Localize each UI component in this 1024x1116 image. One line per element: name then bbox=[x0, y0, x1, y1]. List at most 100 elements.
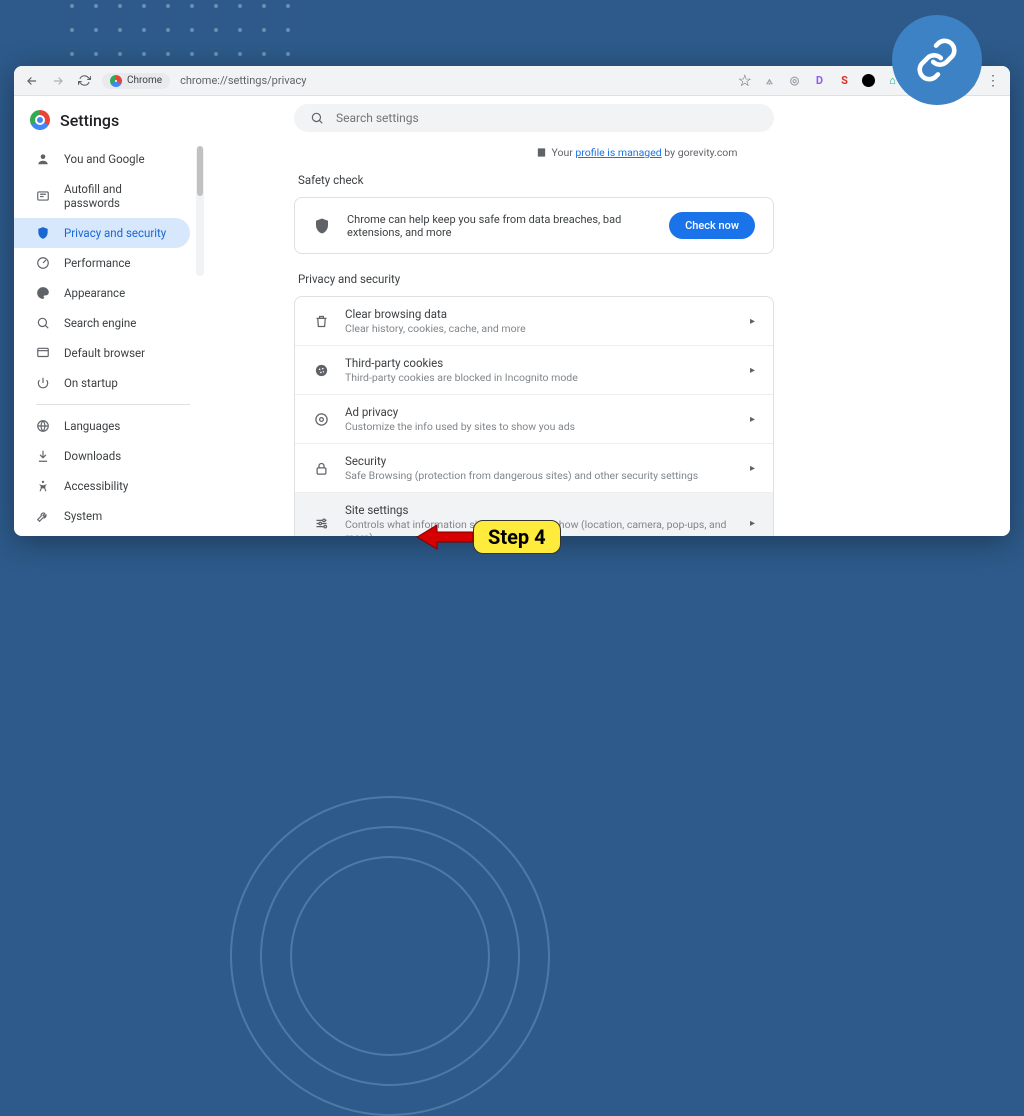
accessibility-icon bbox=[36, 479, 50, 493]
sidebar-item-label: Default browser bbox=[64, 346, 145, 360]
row-title: Ad privacy bbox=[345, 405, 734, 419]
sidebar-item-on-startup[interactable]: On startup bbox=[14, 368, 190, 398]
chevron-right-icon: ▸ bbox=[750, 463, 755, 474]
profile-managed-message: Your profile is managed by gorevity.com bbox=[294, 146, 980, 159]
kebab-menu-icon[interactable]: ⋮ bbox=[986, 73, 1000, 89]
sliders-icon bbox=[313, 516, 329, 531]
sidebar-item-autofill-and-passwords[interactable]: Autofill and passwords bbox=[14, 174, 190, 218]
settings-main: Your profile is managed by gorevity.com … bbox=[204, 96, 1010, 536]
sidebar-scrollbar[interactable] bbox=[196, 146, 204, 276]
privacy-row-third-party-cookies[interactable]: Third-party cookies Third-party cookies … bbox=[295, 346, 773, 395]
row-title: Third-party cookies bbox=[345, 356, 734, 370]
row-title: Site settings bbox=[345, 503, 734, 517]
red-arrow-icon bbox=[415, 522, 475, 552]
privacy-section-label: Privacy and security bbox=[298, 272, 980, 286]
privacy-list: Clear browsing data Clear history, cooki… bbox=[294, 296, 774, 536]
chrome-logo-icon bbox=[30, 110, 50, 130]
sidebar-divider bbox=[36, 404, 190, 405]
chevron-right-icon: ▸ bbox=[750, 518, 755, 529]
step-annotation: Step 4 bbox=[415, 520, 561, 554]
gauge-icon bbox=[36, 256, 50, 270]
palette-icon bbox=[36, 286, 50, 300]
shield-icon bbox=[36, 226, 50, 240]
privacy-row-clear-browsing-data[interactable]: Clear browsing data Clear history, cooki… bbox=[295, 297, 773, 346]
chrome-logo-icon bbox=[110, 75, 122, 87]
browser-toolbar: Chrome chrome://settings/privacy ☆ ⟑ ◎ D… bbox=[14, 66, 1010, 96]
person-icon bbox=[36, 152, 50, 166]
row-subtitle: Clear history, cookies, cache, and more bbox=[345, 322, 734, 335]
extension-icon[interactable]: ⟑ bbox=[762, 73, 777, 88]
chip-label: Chrome bbox=[127, 75, 162, 86]
lock-icon bbox=[313, 461, 329, 476]
sidebar-nav: You and Google Autofill and passwords Priv… bbox=[14, 144, 204, 398]
site-chip[interactable]: Chrome bbox=[102, 73, 170, 89]
extension-icon[interactable]: S bbox=[837, 73, 852, 88]
browser-icon bbox=[36, 346, 50, 360]
download-icon bbox=[36, 449, 50, 463]
decorative-dots bbox=[70, 4, 294, 60]
wrench-icon bbox=[36, 509, 50, 523]
sidebar-item-label: Accessibility bbox=[64, 479, 128, 493]
search-icon bbox=[36, 316, 50, 330]
privacy-row-ad-privacy[interactable]: Ad privacy Customize the info used by si… bbox=[295, 395, 773, 444]
sidebar-item-label: Autofill and passwords bbox=[64, 182, 174, 210]
sidebar-item-search-engine[interactable]: Search engine bbox=[14, 308, 190, 338]
safety-check-card: Chrome can help keep you safe from data … bbox=[294, 197, 774, 254]
sidebar-nav-more: Languages Downloads Accessibility System Res… bbox=[14, 411, 204, 536]
sidebar-item-label: Performance bbox=[64, 256, 131, 270]
sidebar-item-reset-settings[interactable]: Reset settings bbox=[14, 531, 190, 536]
search-icon bbox=[310, 111, 324, 125]
profile-managed-link[interactable]: profile is managed bbox=[575, 146, 661, 159]
sidebar-item-system[interactable]: System bbox=[14, 501, 190, 531]
reload-button[interactable] bbox=[76, 73, 92, 89]
sidebar-item-label: You and Google bbox=[64, 152, 145, 166]
row-subtitle: Safe Browsing (protection from dangerous… bbox=[345, 469, 734, 482]
sidebar-item-label: System bbox=[64, 509, 102, 523]
globe-icon bbox=[36, 419, 50, 433]
sidebar-item-label: Languages bbox=[64, 419, 120, 433]
sidebar-item-performance[interactable]: Performance bbox=[14, 248, 190, 278]
settings-sidebar: Settings You and Google Autofill and pass… bbox=[14, 96, 204, 536]
safety-text: Chrome can help keep you safe from data … bbox=[347, 213, 653, 239]
search-input[interactable] bbox=[336, 111, 758, 125]
chevron-right-icon: ▸ bbox=[750, 414, 755, 425]
sidebar-item-label: Downloads bbox=[64, 449, 121, 463]
forward-button[interactable] bbox=[50, 73, 66, 89]
row-subtitle: Customize the info used by sites to show… bbox=[345, 420, 734, 433]
sidebar-item-label: Appearance bbox=[64, 286, 125, 300]
trash-icon bbox=[313, 314, 329, 329]
browser-window: Chrome chrome://settings/privacy ☆ ⟑ ◎ D… bbox=[14, 66, 1010, 536]
adpriv-icon bbox=[313, 412, 329, 427]
autofill-icon bbox=[36, 189, 50, 203]
check-now-button[interactable]: Check now bbox=[669, 212, 755, 239]
row-subtitle: Third-party cookies are blocked in Incog… bbox=[345, 371, 734, 384]
cookie-icon bbox=[313, 363, 329, 378]
sidebar-item-accessibility[interactable]: Accessibility bbox=[14, 471, 190, 501]
extension-icon[interactable]: D bbox=[812, 73, 827, 88]
building-icon bbox=[536, 147, 547, 158]
shield-icon bbox=[313, 217, 331, 235]
extension-icon[interactable]: ◎ bbox=[787, 73, 802, 88]
address-bar[interactable]: chrome://settings/privacy bbox=[180, 74, 728, 87]
sidebar-item-label: Privacy and security bbox=[64, 226, 166, 240]
chevron-right-icon: ▸ bbox=[750, 365, 755, 376]
sidebar-item-appearance[interactable]: Appearance bbox=[14, 278, 190, 308]
back-button[interactable] bbox=[24, 73, 40, 89]
sidebar-item-default-browser[interactable]: Default browser bbox=[14, 338, 190, 368]
sidebar-item-downloads[interactable]: Downloads bbox=[14, 441, 190, 471]
sidebar-item-you-and-google[interactable]: You and Google bbox=[14, 144, 190, 174]
chevron-right-icon: ▸ bbox=[750, 316, 755, 327]
sidebar-item-languages[interactable]: Languages bbox=[14, 411, 190, 441]
settings-search[interactable] bbox=[294, 104, 774, 132]
page-title: Settings bbox=[60, 111, 119, 130]
sidebar-item-label: On startup bbox=[64, 376, 118, 390]
row-title: Clear browsing data bbox=[345, 307, 734, 321]
row-title: Security bbox=[345, 454, 734, 468]
link-badge bbox=[892, 15, 982, 105]
sidebar-item-label: Search engine bbox=[64, 316, 136, 330]
sidebar-item-privacy-and-security[interactable]: Privacy and security bbox=[14, 218, 190, 248]
star-icon[interactable]: ☆ bbox=[738, 71, 752, 90]
privacy-row-security[interactable]: Security Safe Browsing (protection from … bbox=[295, 444, 773, 493]
extension-icon[interactable] bbox=[862, 74, 875, 87]
step-label: Step 4 bbox=[473, 520, 561, 554]
